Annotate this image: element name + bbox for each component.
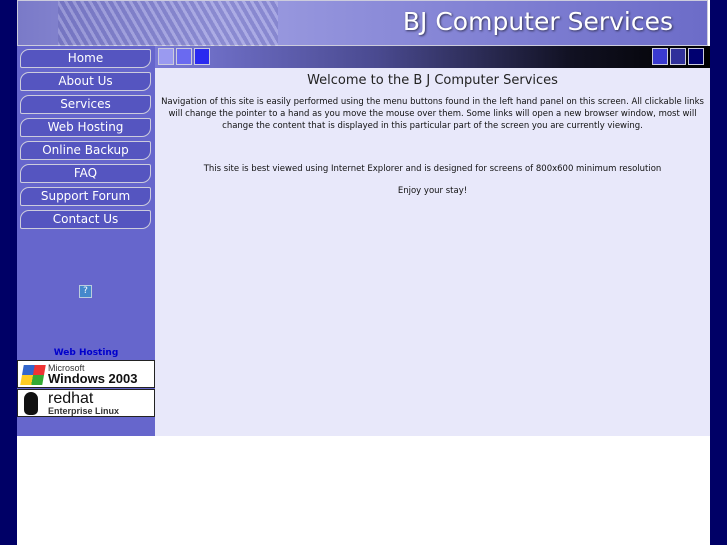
square-icon <box>688 48 704 65</box>
redhat-badge[interactable]: redhat Enterprise Linux <box>17 389 155 417</box>
nav-services[interactable]: Services <box>20 95 151 114</box>
site-title: BJ Computer Services <box>402 7 673 36</box>
browser-note: This site is best viewed using Internet … <box>203 164 662 174</box>
intro-text: Navigation of this site is easily perfor… <box>161 97 704 131</box>
windows-logo-icon <box>20 365 46 385</box>
nav-about-us[interactable]: About Us <box>20 72 151 91</box>
tux-penguin-icon <box>24 392 38 415</box>
windows-2003-badge[interactable]: Microsoft Windows 2003 <box>17 360 155 388</box>
nav-online-backup[interactable]: Online Backup <box>20 141 151 160</box>
square-icon <box>670 48 686 65</box>
square-icon <box>194 48 210 65</box>
nav-web-hosting[interactable]: Web Hosting <box>20 118 151 137</box>
sidebar: Home About Us Services Web Hosting Onlin… <box>17 46 155 436</box>
web-hosting-label: Web Hosting <box>53 348 119 358</box>
broken-image-icon[interactable]: ? <box>79 285 92 298</box>
square-icon <box>176 48 192 65</box>
nav-support-forum[interactable]: Support Forum <box>20 187 151 206</box>
redhat-badge-line2: Enterprise Linux <box>48 406 120 416</box>
square-icon <box>652 48 668 65</box>
closing-text: Enjoy your stay! <box>397 186 468 196</box>
nav-faq[interactable]: FAQ <box>20 164 151 183</box>
nav-home[interactable]: Home <box>20 49 151 68</box>
nav-contact-us[interactable]: Contact Us <box>20 210 151 229</box>
decorative-bar <box>155 46 710 68</box>
circuit-board-image <box>58 1 278 47</box>
page-title: Welcome to the B J Computer Services <box>307 73 558 88</box>
page: BJ Computer Services Home About Us Servi… <box>17 0 710 545</box>
windows-badge-line2: Windows 2003 <box>48 371 138 386</box>
main-content: Welcome to the B J Computer Services Nav… <box>155 46 710 436</box>
square-icon <box>158 48 174 65</box>
header-banner: BJ Computer Services <box>17 0 708 47</box>
